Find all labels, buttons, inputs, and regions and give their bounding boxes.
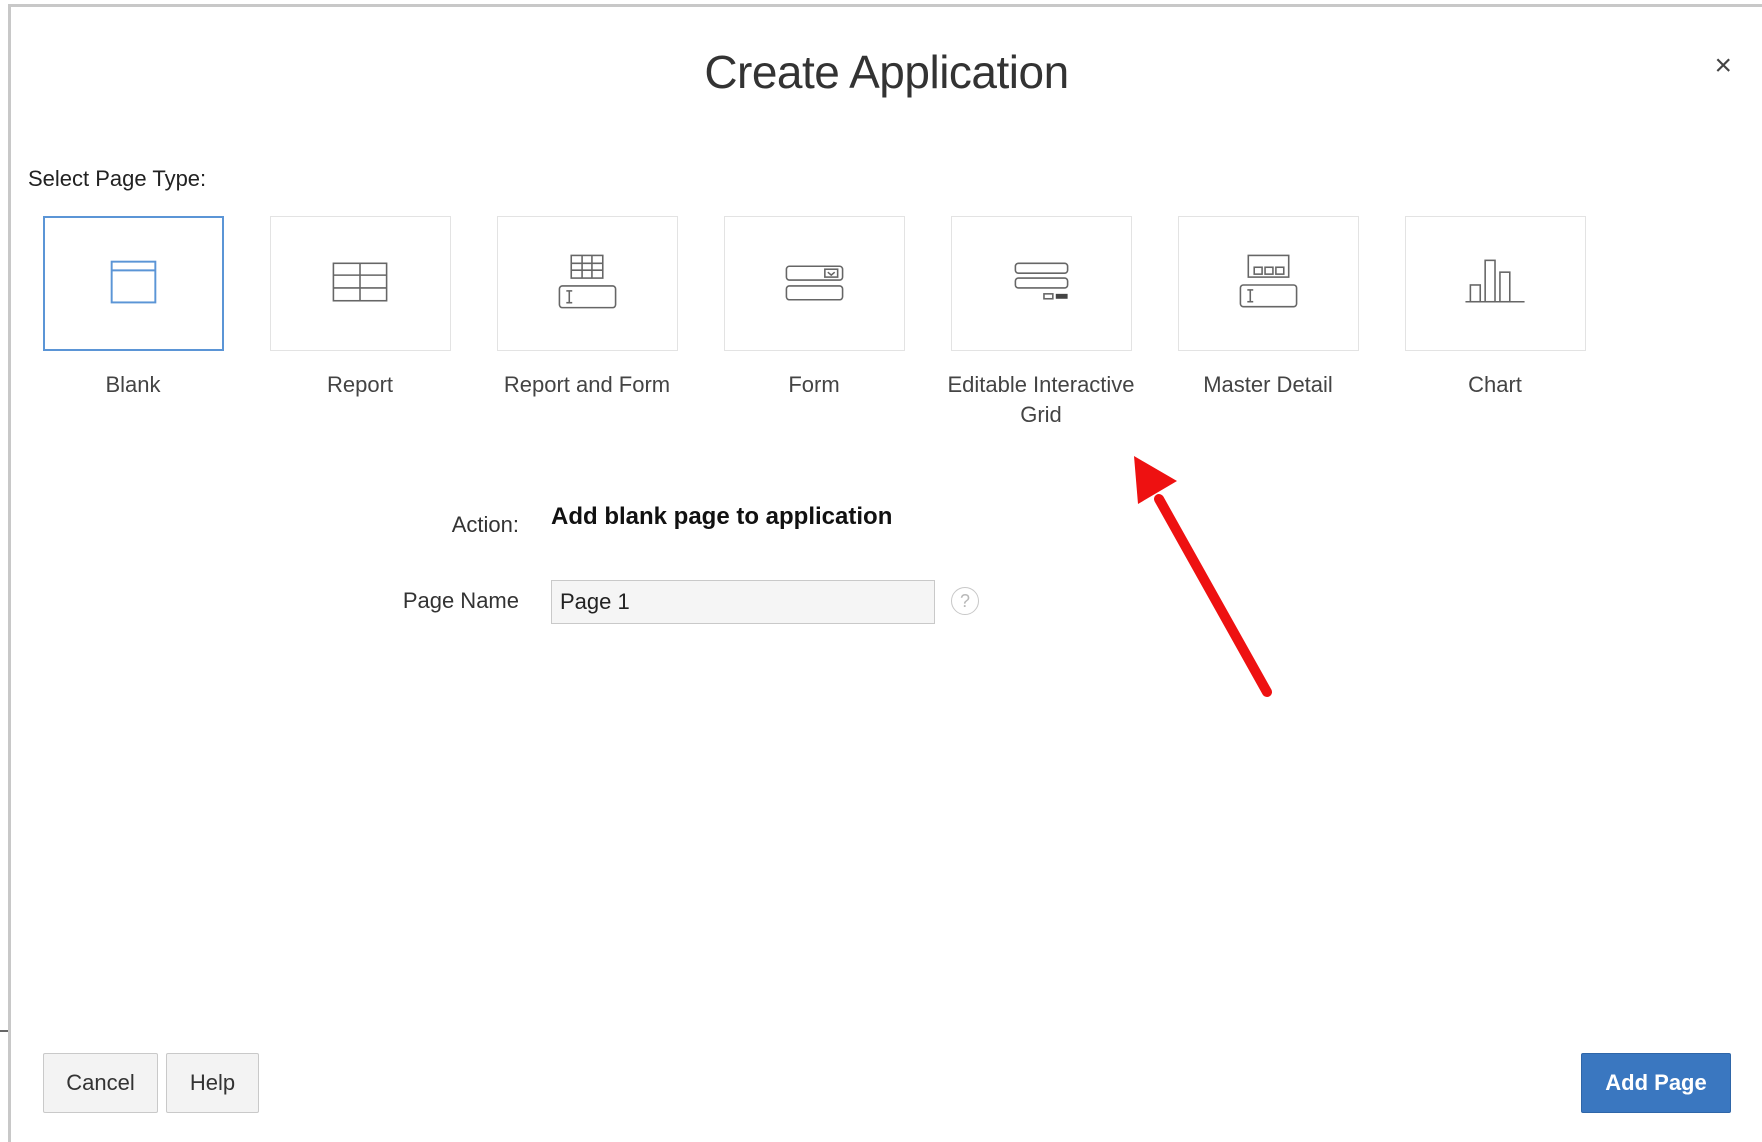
page-type-master-detail[interactable] bbox=[1178, 216, 1359, 351]
action-label: Action: bbox=[451, 512, 519, 537]
page-name-label: Page Name bbox=[402, 588, 519, 613]
page-type-label-blank: Blank bbox=[105, 372, 161, 397]
page-type-label-report: Report bbox=[326, 372, 394, 397]
page-type-label-form: Form bbox=[788, 372, 840, 397]
help-button[interactable]: Help bbox=[166, 1053, 259, 1113]
cancel-button[interactable]: Cancel bbox=[43, 1053, 158, 1113]
action-value: Add blank page to application bbox=[551, 503, 893, 530]
dialog-title: Create Application bbox=[704, 46, 1069, 98]
page-type-label-chart: Chart bbox=[1468, 372, 1522, 397]
add-page-button[interactable]: Add Page bbox=[1581, 1053, 1731, 1113]
page-type-form[interactable] bbox=[724, 216, 905, 351]
page-name-input[interactable] bbox=[551, 580, 935, 624]
window-edge-mark bbox=[0, 1030, 8, 1032]
page-type-editable-interactive-grid[interactable] bbox=[951, 216, 1132, 351]
page-type-label-report-and-form: Report and Form bbox=[503, 372, 671, 397]
blank-page-icon bbox=[110, 260, 157, 304]
editable-grid-icon bbox=[1014, 262, 1069, 300]
help-icon[interactable]: ? bbox=[951, 587, 979, 615]
master-detail-icon bbox=[1239, 254, 1298, 308]
bar-chart-icon bbox=[1465, 259, 1525, 303]
select-page-type-label: Select Page Type: bbox=[28, 166, 207, 191]
page-type-chart[interactable] bbox=[1405, 216, 1586, 351]
form-icon bbox=[785, 265, 844, 301]
report-grid-icon bbox=[332, 262, 388, 302]
page-type-label-editable-interactive-grid: Editable Interactive Grid bbox=[947, 372, 1135, 427]
create-application-dialog: Create Application × bbox=[8, 4, 1762, 1142]
page-type-label-master-detail: Master Detail bbox=[1203, 372, 1333, 397]
close-icon[interactable]: × bbox=[1714, 51, 1732, 81]
page-type-blank[interactable] bbox=[43, 216, 224, 351]
report-and-form-icon bbox=[558, 254, 617, 309]
page-type-report[interactable] bbox=[270, 216, 451, 351]
page-type-report-and-form[interactable] bbox=[497, 216, 678, 351]
